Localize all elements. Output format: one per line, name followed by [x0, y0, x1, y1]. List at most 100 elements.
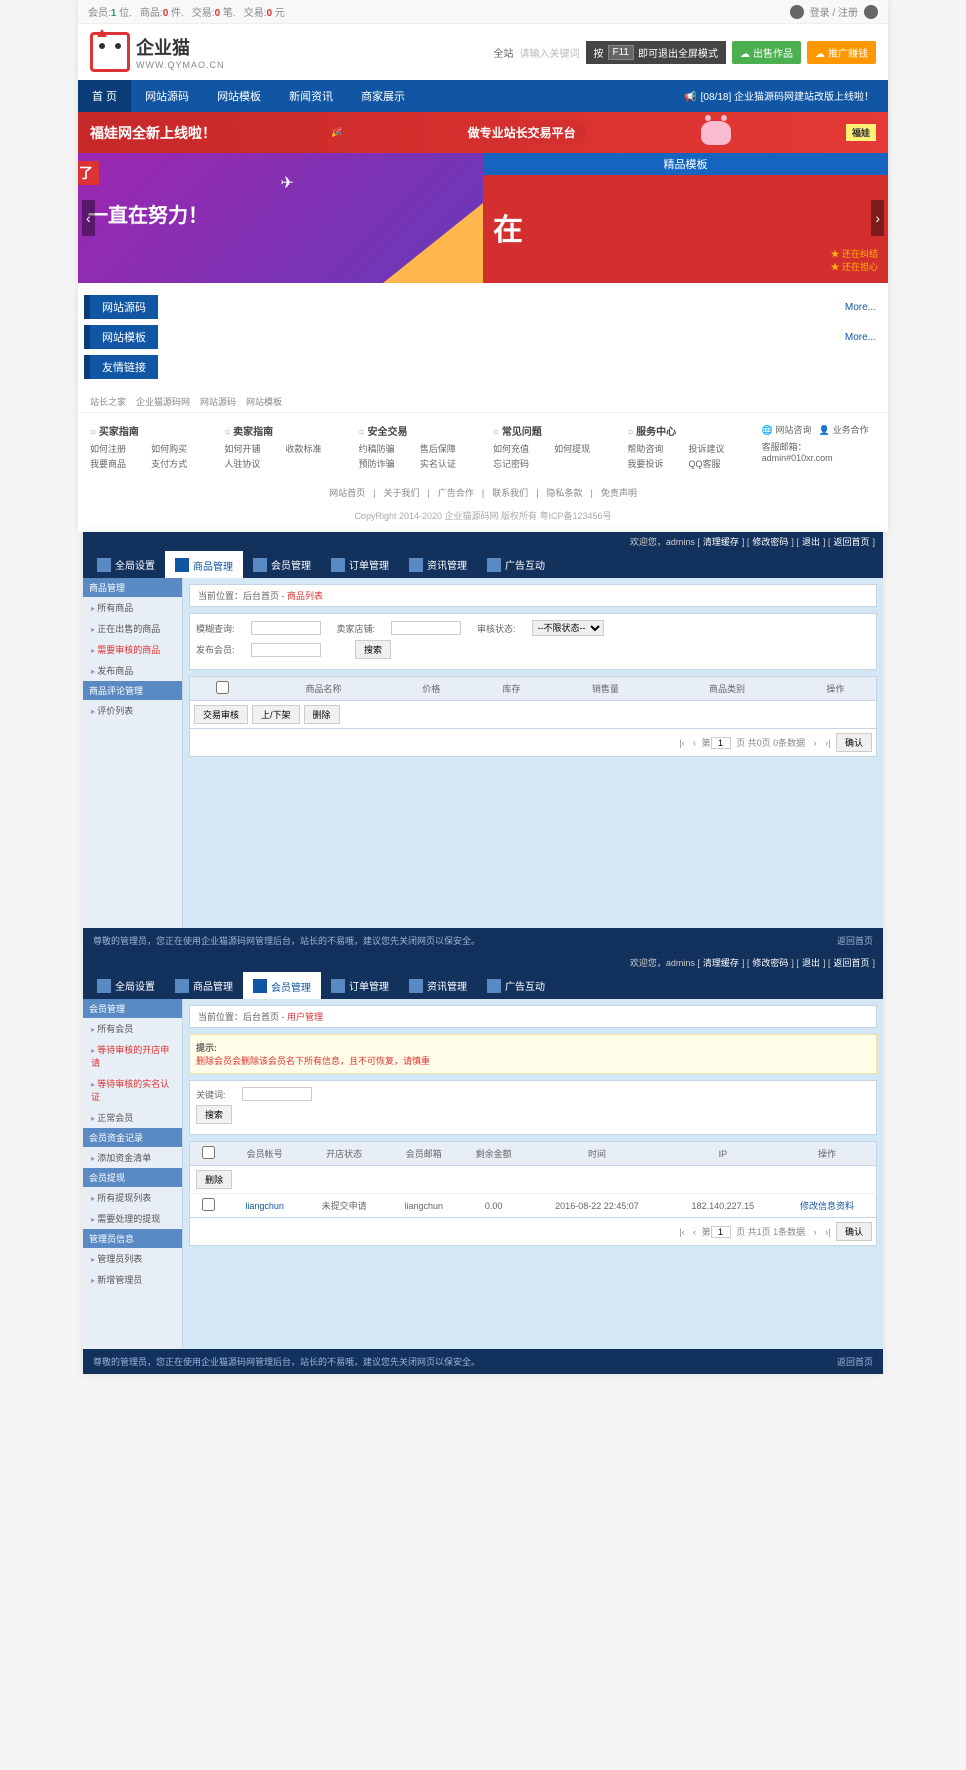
admin-tab[interactable]: 资讯管理 [399, 972, 477, 999]
bottom-link[interactable]: 关于我们 [383, 488, 419, 498]
pager-go[interactable]: 确认 [836, 733, 872, 752]
sidebar-item[interactable]: 所有商品 [83, 597, 182, 618]
footer-link[interactable]: 如何充值 [493, 442, 546, 455]
sidebar-item[interactable]: 评价列表 [83, 700, 182, 721]
link-item[interactable]: 网站源码 [200, 397, 236, 407]
admin-tab[interactable]: 资讯管理 [399, 551, 477, 578]
login-link[interactable]: 登录 / 注册 [810, 4, 858, 19]
sidebar-item[interactable]: 等待审核的实名认证 [83, 1073, 182, 1107]
pager-first[interactable]: |‹ [679, 738, 684, 748]
nav-item[interactable]: 商家展示 [347, 80, 419, 112]
pager-input[interactable] [711, 1226, 731, 1238]
filter-input[interactable] [251, 621, 321, 635]
bottom-link[interactable]: 隐私条款 [547, 488, 583, 498]
delete-button[interactable]: 删除 [196, 1170, 232, 1189]
logo[interactable]: 企业猫 WWW.QYMAO.CN [90, 32, 225, 72]
link-item[interactable]: 站长之家 [90, 397, 126, 407]
sidebar-item[interactable]: 正常会员 [83, 1107, 182, 1128]
footer-link[interactable]: 如何购买 [151, 442, 204, 455]
footer-link[interactable]: 约稿防骗 [359, 442, 412, 455]
top-action-link[interactable]: 修改密码 [752, 537, 788, 547]
footer-link[interactable]: 收款标准 [285, 442, 338, 455]
pager-last[interactable]: ›| [825, 1227, 830, 1237]
footer-home-link[interactable]: 返回首页 [837, 934, 873, 947]
sidebar-item[interactable]: 管理员列表 [83, 1248, 182, 1269]
footer-link[interactable]: 帮助咨询 [627, 442, 680, 455]
edit-link[interactable]: 修改信息资料 [800, 1201, 854, 1211]
filter-input[interactable] [251, 643, 321, 657]
footer-link[interactable]: 支付方式 [151, 457, 204, 470]
search-button[interactable]: 搜索 [196, 1105, 232, 1124]
top-action-link[interactable]: 返回首页 [833, 958, 869, 968]
admin-tab[interactable]: 会员管理 [243, 551, 321, 578]
link-item[interactable]: 企业猫源码网 [136, 397, 190, 407]
pager-input[interactable] [711, 737, 731, 749]
search-scope[interactable]: 全站 [494, 45, 514, 60]
more-link[interactable]: More... [845, 302, 876, 313]
sidebar-item[interactable]: 等待审核的开店申请 [83, 1039, 182, 1073]
admin-tab[interactable]: 会员管理 [243, 972, 321, 1000]
footer-link[interactable]: 如何注册 [90, 442, 143, 455]
footer-link[interactable]: 如何开铺 [224, 442, 277, 455]
carousel-slide-left[interactable]: 了 ✈ 一直在努力！ [78, 153, 483, 283]
footer-link[interactable] [554, 457, 607, 470]
bottom-link[interactable]: 免责声明 [601, 488, 637, 498]
sidebar-item[interactable]: 需要审核的商品 [83, 639, 182, 660]
pager-prev[interactable]: ‹ [693, 738, 696, 748]
top-action-link[interactable]: 退出 [802, 958, 820, 968]
admin-tab[interactable]: 广告互动 [477, 551, 555, 578]
top-action-link[interactable]: 修改密码 [752, 958, 788, 968]
select-all-checkbox[interactable] [202, 1146, 215, 1159]
filter-select[interactable]: --不限状态-- [532, 620, 604, 636]
nav-item[interactable]: 新闻资讯 [275, 80, 347, 112]
admin-tab[interactable]: 订单管理 [321, 972, 399, 999]
pager-next[interactable]: › [814, 738, 817, 748]
footer-link[interactable]: 我要商品 [90, 457, 143, 470]
action-button[interactable]: 删除 [304, 705, 340, 724]
action-button[interactable]: 上/下架 [252, 705, 300, 724]
bottom-link[interactable]: 广告合作 [438, 488, 474, 498]
sidebar-item[interactable]: 添加资金清单 [83, 1147, 182, 1168]
footer-link[interactable]: 实名认证 [420, 457, 473, 470]
search-button[interactable]: 搜索 [355, 640, 391, 659]
sell-button[interactable]: 出售作品 [732, 41, 801, 64]
sidebar-item[interactable]: 发布商品 [83, 660, 182, 681]
admin-tab[interactable]: 订单管理 [321, 551, 399, 578]
footer-link[interactable]: 我要投诉 [627, 457, 680, 470]
select-all-checkbox[interactable] [216, 681, 229, 694]
row-checkbox[interactable] [202, 1198, 215, 1211]
admin-tab[interactable]: 商品管理 [165, 551, 243, 579]
promo-banner[interactable]: 福娃网全新上线啦！ 🎉 做专业站长交易平台 福娃 [78, 112, 888, 153]
more-link[interactable]: More... [845, 332, 876, 343]
announcement[interactable]: [08/18] 企业猫源码网建站改版上线啦！ [670, 80, 888, 112]
member-link[interactable]: liangchun [245, 1201, 284, 1211]
pager-go[interactable]: 确认 [836, 1222, 872, 1241]
pager-last[interactable]: ›| [825, 738, 830, 748]
carousel-slide-right[interactable]: 精品模板 在 还在纠结 还在担心 [483, 153, 888, 283]
footer-link[interactable] [285, 457, 338, 470]
nav-item[interactable]: 首 页 [78, 80, 131, 112]
sidebar-item[interactable]: 所有提现列表 [83, 1187, 182, 1208]
footer-link[interactable]: 预防诈骗 [359, 457, 412, 470]
top-action-link[interactable]: 清理缓存 [703, 537, 739, 547]
footer-link[interactable]: QQ客服 [688, 457, 741, 470]
pager-next[interactable]: › [814, 1227, 817, 1237]
pager-prev[interactable]: ‹ [693, 1227, 696, 1237]
admin-tab[interactable]: 商品管理 [165, 972, 243, 999]
admin-tab[interactable]: 全局设置 [87, 972, 165, 999]
carousel-prev[interactable]: ‹ [82, 200, 95, 236]
admin-tab[interactable]: 全局设置 [87, 551, 165, 578]
footer-link[interactable]: 人驻协议 [224, 457, 277, 470]
top-action-link[interactable]: 清理缓存 [703, 958, 739, 968]
promote-button[interactable]: 推广赚钱 [807, 41, 876, 64]
filter-input[interactable] [242, 1087, 312, 1101]
nav-item[interactable]: 网站模板 [203, 80, 275, 112]
pager-first[interactable]: |‹ [679, 1227, 684, 1237]
footer-link[interactable]: 如何提现 [554, 442, 607, 455]
admin-tab[interactable]: 广告互动 [477, 972, 555, 999]
sidebar-item[interactable]: 新增管理员 [83, 1269, 182, 1290]
top-action-link[interactable]: 返回首页 [833, 537, 869, 547]
footer-home-link[interactable]: 返回首页 [837, 1355, 873, 1368]
footer-link[interactable]: 售后保障 [420, 442, 473, 455]
filter-input[interactable] [391, 621, 461, 635]
